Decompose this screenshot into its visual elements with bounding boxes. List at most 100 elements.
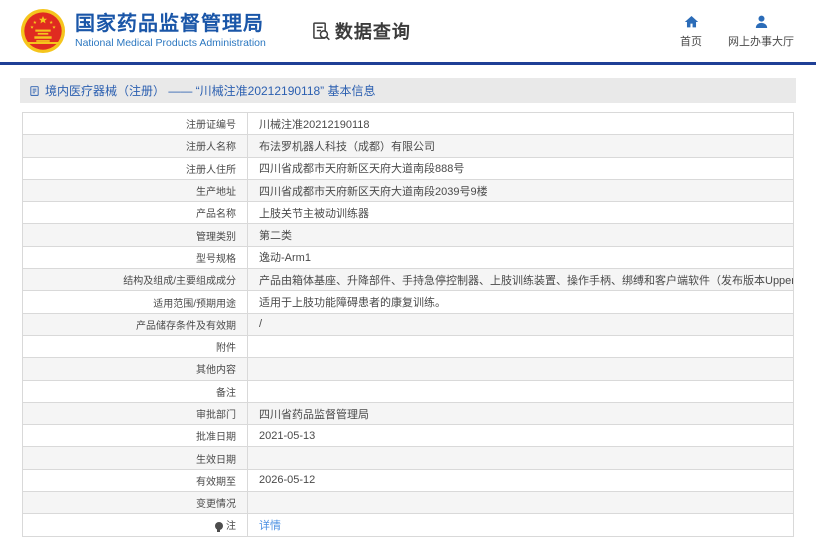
- row-value: /: [259, 318, 262, 330]
- info-table: 注册证编号川械注准20212190118 注册人名称 布法罗机器人科技（成都）有限公…: [22, 112, 794, 537]
- row-value: 四川省药品监督管理局: [259, 409, 369, 421]
- row-label: 生产地址: [196, 187, 236, 198]
- row-label-cell: 生效日期: [23, 447, 248, 469]
- table-row: 批准日期 2021-05-13: [23, 425, 794, 447]
- row-label: 适用范围/预期用途: [153, 299, 236, 310]
- row-value-cell: 上肢关节主被动训练器: [248, 202, 794, 224]
- row-label: 产品名称: [196, 209, 236, 220]
- row-label-cell: 注册人名称: [23, 135, 248, 157]
- row-label-cell: 附件: [23, 335, 248, 357]
- brand-subtitle: National Medical Products Administration: [75, 37, 266, 49]
- row-value-cell: 第二类: [248, 224, 794, 246]
- row-label-cell: 备注: [23, 380, 248, 402]
- row-value-cell: /: [248, 313, 794, 335]
- home-icon: [683, 14, 700, 30]
- row-label: 备注: [216, 388, 236, 399]
- row-label: 批准日期: [196, 432, 236, 443]
- table-row: 型号规格 逸动-Arm1: [23, 246, 794, 268]
- row-label-cell: 产品储存条件及有效期: [23, 313, 248, 335]
- row-label-cell: 型号规格: [23, 246, 248, 268]
- row-value-cell: [248, 447, 794, 469]
- row-label-cell: 注册人住所: [23, 157, 248, 179]
- row-value: 产品由箱体基座、升降部件、手持急停控制器、上肢训练装置、操作手柄、绑缚和客户端软…: [259, 275, 794, 287]
- row-value-cell: 逸动-Arm1: [248, 246, 794, 268]
- row-label-cell: 有效期至: [23, 469, 248, 491]
- row-value-cell: 2026-05-12: [248, 469, 794, 491]
- row-value-cell: 2021-05-13: [248, 425, 794, 447]
- row-value-cell: 川械注准20212190118: [248, 113, 794, 135]
- row-label-cell: 审批部门: [23, 402, 248, 424]
- header: 国家药品监督管理局 National Medical Products Admi…: [0, 0, 816, 62]
- row-label-cell: 注册证编号: [23, 113, 248, 135]
- row-label-cell: 其他内容: [23, 358, 248, 380]
- row-value-cell: 四川省药品监督管理局: [248, 402, 794, 424]
- user-icon: [753, 14, 770, 30]
- row-value: 上肢关节主被动训练器: [259, 208, 369, 220]
- row-value: 四川省成都市天府新区天府大道南段2039号9楼: [259, 186, 488, 198]
- row-label-cell: 变更情况: [23, 492, 248, 514]
- row-label: 审批部门: [196, 410, 236, 421]
- table-row: 注册证编号川械注准20212190118: [23, 113, 794, 135]
- table-row: 适用范围/预期用途 适用于上肢功能障碍患者的康复训练。: [23, 291, 794, 313]
- row-value-cell: 适用于上肢功能障碍患者的康复训练。: [248, 291, 794, 313]
- row-label: 其他内容: [196, 365, 236, 376]
- row-label: 管理类别: [196, 232, 236, 243]
- table-row: 注册人名称 布法罗机器人科技（成都）有限公司: [23, 135, 794, 157]
- national-emblem-logo: [20, 8, 66, 54]
- row-label-cell: 生产地址: [23, 179, 248, 201]
- table-row: 结构及组成/主要组成成分 产品由箱体基座、升降部件、手持急停控制器、上肢训练装置、…: [23, 269, 794, 291]
- table-row: 有效期至 2026-05-12: [23, 469, 794, 491]
- row-value: 2021-05-13: [259, 430, 315, 442]
- row-label: 生效日期: [196, 455, 236, 466]
- row-label-cell: 管理类别: [23, 224, 248, 246]
- row-label: 结构及组成/主要组成成分: [123, 276, 236, 287]
- nav-item-home[interactable]: 首页: [680, 14, 702, 49]
- nav-label: 首页: [680, 33, 702, 49]
- row-label-cell: 注: [23, 514, 248, 536]
- row-value-cell: 四川省成都市天府新区天府大道南段888号: [248, 157, 794, 179]
- brand-title: 国家药品监督管理局: [75, 13, 266, 36]
- page-title: 境内医疗器械（注册） —— “川械注准20212190118” 基本信息: [45, 82, 376, 99]
- table-row: 产品储存条件及有效期 /: [23, 313, 794, 335]
- row-value: 布法罗机器人科技（成都）有限公司: [259, 141, 435, 153]
- row-value-cell: 详情: [248, 514, 794, 536]
- detail-link[interactable]: 详情: [259, 520, 281, 532]
- table-row: 变更情况: [23, 492, 794, 514]
- row-value: 逸动-Arm1: [259, 252, 311, 264]
- table-row: 注册人住所四川省成都市天府新区天府大道南段888号: [23, 157, 794, 179]
- row-value-cell: 产品由箱体基座、升降部件、手持急停控制器、上肢训练装置、操作手柄、绑缚和客户端软…: [248, 269, 794, 291]
- row-label: 型号规格: [196, 254, 236, 265]
- table-row: 生效日期: [23, 447, 794, 469]
- table-row: 产品名称 上肢关节主被动训练器: [23, 202, 794, 224]
- nav-label: 网上办事大厅: [728, 33, 794, 49]
- info-table-body: 注册证编号川械注准20212190118 注册人名称 布法罗机器人科技（成都）有限公…: [23, 113, 794, 537]
- table-row: 附件: [23, 335, 794, 357]
- row-value-cell: 布法罗机器人科技（成都）有限公司: [248, 135, 794, 157]
- row-label: 注: [226, 521, 236, 532]
- brand: 国家药品监督管理局 National Medical Products Admi…: [75, 13, 266, 49]
- row-value-cell: [248, 335, 794, 357]
- data-query-entry[interactable]: 数据查询: [311, 18, 411, 44]
- header-nav: 首页 网上办事大厅: [680, 14, 796, 49]
- table-row: 其他内容: [23, 358, 794, 380]
- table-row: 生产地址 四川省成都市天府新区天府大道南段2039号9楼: [23, 179, 794, 201]
- row-label: 注册人名称: [186, 142, 236, 153]
- row-label-cell: 结构及组成/主要组成成分: [23, 269, 248, 291]
- table-row: 审批部门 四川省药品监督管理局: [23, 402, 794, 424]
- row-label: 附件: [216, 343, 236, 354]
- row-value: 适用于上肢功能障碍患者的康复训练。: [259, 297, 446, 309]
- data-query-label: 数据查询: [335, 18, 411, 44]
- row-label: 产品储存条件及有效期: [136, 321, 236, 332]
- row-value: 2026-05-12: [259, 474, 315, 486]
- table-row: 注 详情: [23, 514, 794, 536]
- document-search-icon: [311, 21, 331, 41]
- note-icon: [215, 522, 223, 530]
- header-divider: [0, 62, 816, 65]
- row-label-cell: 批准日期: [23, 425, 248, 447]
- row-value: 第二类: [259, 230, 292, 242]
- row-value-cell: [248, 492, 794, 514]
- row-label-cell: 产品名称: [23, 202, 248, 224]
- nav-item-service-hall[interactable]: 网上办事大厅: [728, 14, 794, 49]
- row-value-cell: [248, 358, 794, 380]
- table-row: 备注: [23, 380, 794, 402]
